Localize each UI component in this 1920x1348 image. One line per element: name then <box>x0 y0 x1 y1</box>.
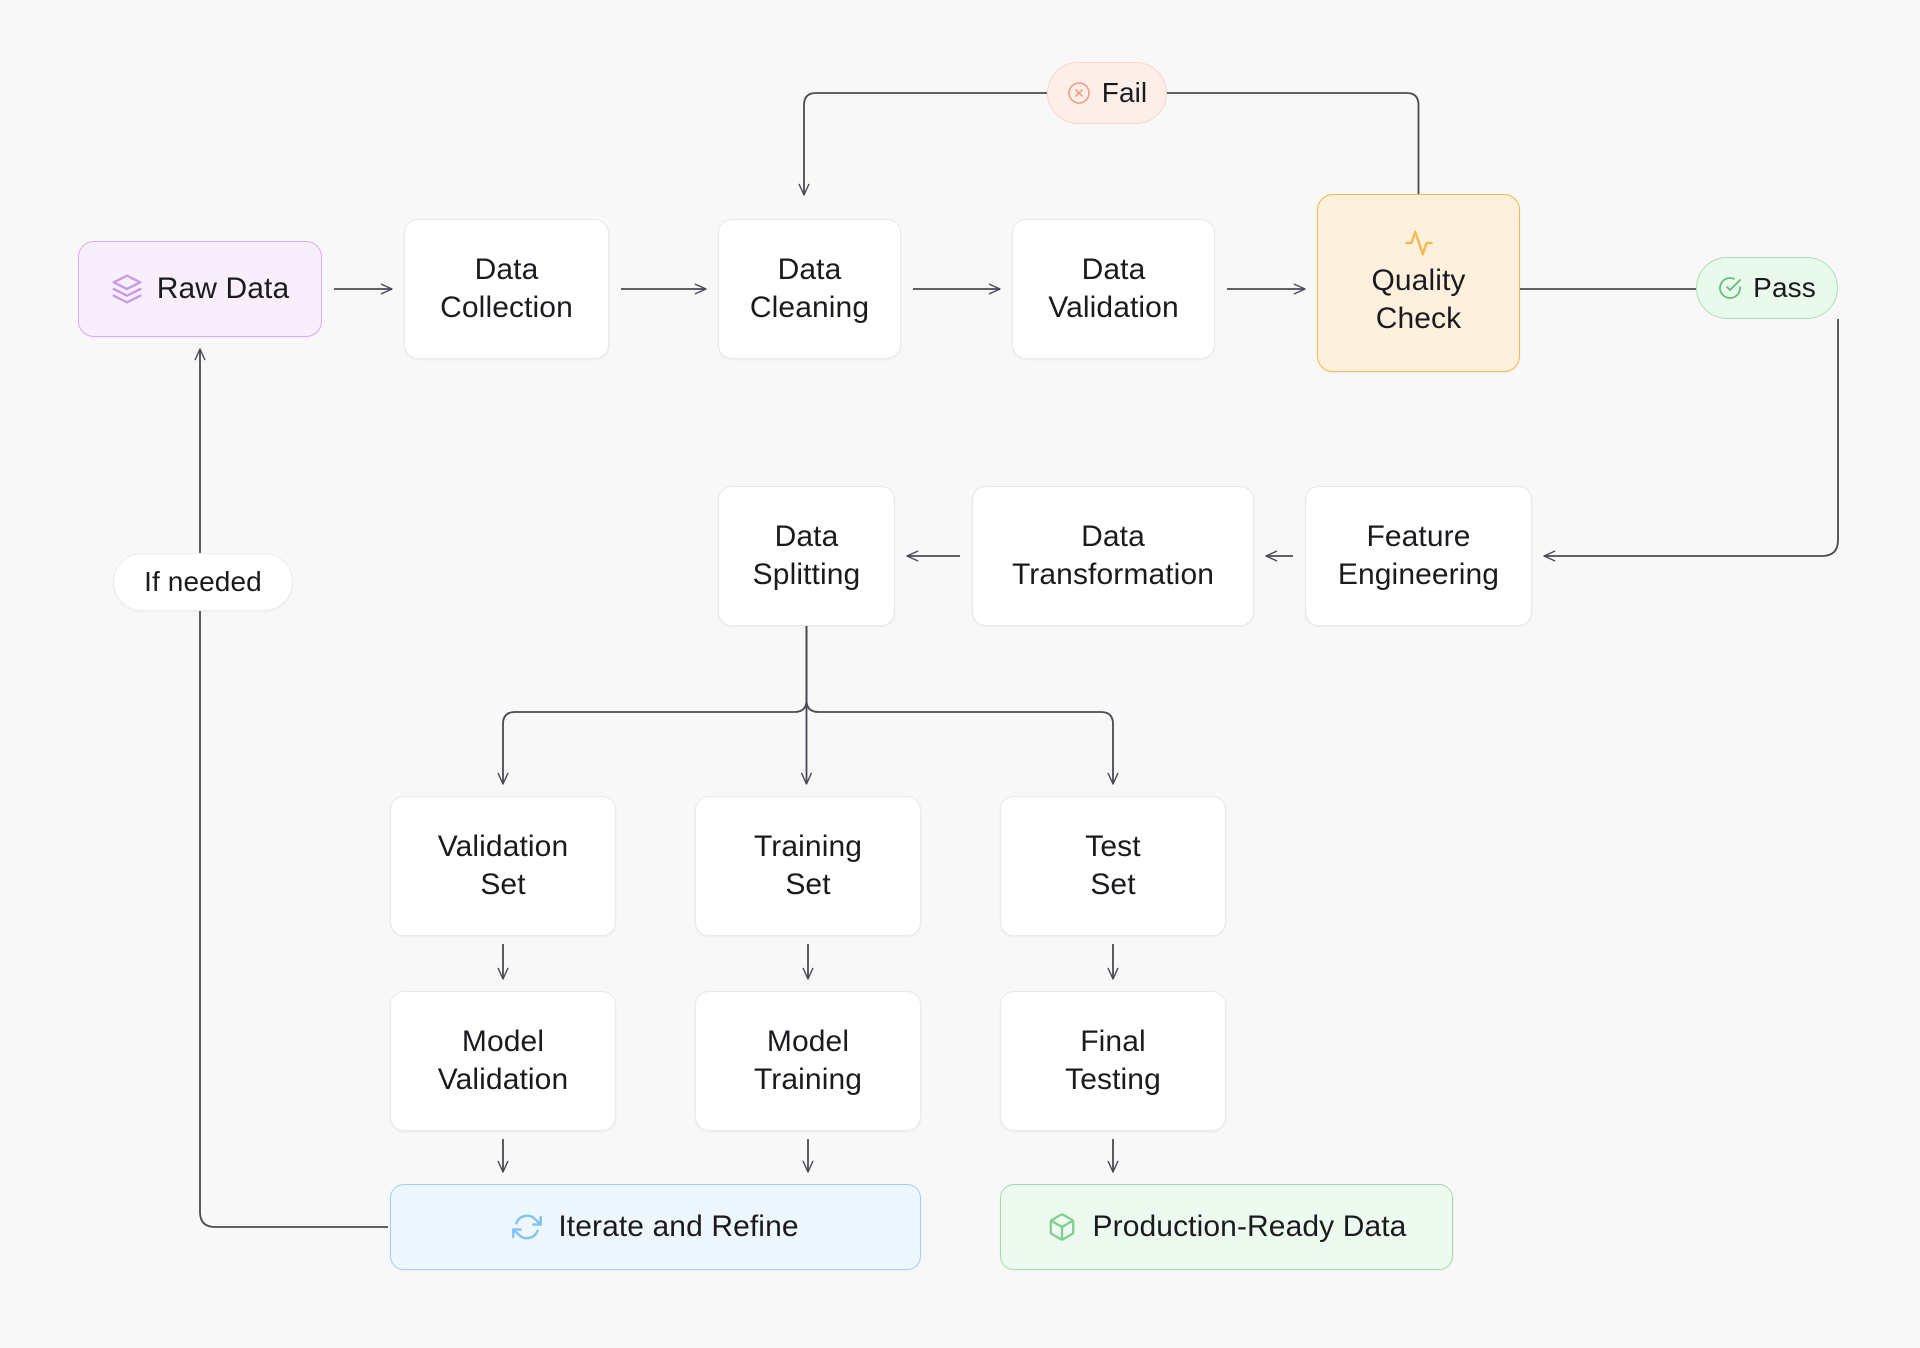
node-production-ready-data[interactable]: Production-Ready Data <box>1000 1184 1453 1270</box>
node-data-splitting[interactable]: Data Splitting <box>718 486 895 626</box>
edge-label-if-needed[interactable]: If needed <box>113 553 293 611</box>
node-label: Data Cleaning <box>750 251 869 327</box>
node-label: Final Testing <box>1065 1023 1161 1099</box>
layers-icon <box>111 273 143 305</box>
edge-feedback-loop <box>200 349 388 1227</box>
node-label: Quality Check <box>1371 262 1465 338</box>
node-model-validation[interactable]: Model Validation <box>390 991 616 1131</box>
edge-splitting-branch-left <box>503 626 807 784</box>
node-data-cleaning[interactable]: Data Cleaning <box>718 219 901 359</box>
node-label: Feature Engineering <box>1338 518 1499 594</box>
activity-icon <box>1404 228 1434 258</box>
node-data-validation[interactable]: Data Validation <box>1012 219 1215 359</box>
node-label: Data Collection <box>440 251 573 327</box>
node-label: Data Transformation <box>1012 518 1214 594</box>
node-validation-set[interactable]: Validation Set <box>390 796 616 936</box>
node-model-training[interactable]: Model Training <box>695 991 921 1131</box>
node-label: Raw Data <box>157 270 290 308</box>
node-training-set[interactable]: Training Set <box>695 796 921 936</box>
node-label: Data Validation <box>1048 251 1179 327</box>
edge-label-text: Fail <box>1102 77 1148 109</box>
edge-splitting-branch-right <box>807 626 1114 784</box>
refresh-icon <box>512 1212 542 1242</box>
node-final-testing[interactable]: Final Testing <box>1000 991 1226 1131</box>
node-label: Production-Ready Data <box>1093 1208 1407 1246</box>
node-data-collection[interactable]: Data Collection <box>404 219 609 359</box>
edge-label-text: Pass <box>1753 272 1816 304</box>
node-feature-engineering[interactable]: Feature Engineering <box>1305 486 1532 626</box>
node-quality-check[interactable]: Quality Check <box>1317 194 1520 372</box>
flowchart-canvas: Raw Data Data Collection Data Cleaning D… <box>0 0 1920 1348</box>
node-label: Validation Set <box>438 828 569 904</box>
node-label: Data Splitting <box>753 518 861 594</box>
node-label: Iterate and Refine <box>558 1208 798 1246</box>
circle-x-icon <box>1067 81 1091 105</box>
cube-icon <box>1047 1212 1077 1242</box>
node-label: Model Training <box>754 1023 862 1099</box>
node-label: Test Set <box>1085 828 1140 904</box>
node-label: Model Validation <box>438 1023 569 1099</box>
node-label: Training Set <box>754 828 862 904</box>
node-iterate-and-refine[interactable]: Iterate and Refine <box>390 1184 921 1270</box>
edge-label-text: If needed <box>144 566 262 598</box>
edge-label-pass[interactable]: Pass <box>1696 257 1838 319</box>
node-data-transformation[interactable]: Data Transformation <box>972 486 1254 626</box>
circle-check-icon <box>1718 276 1742 300</box>
edge-label-fail[interactable]: Fail <box>1047 62 1167 124</box>
edge-layer <box>0 0 1920 1348</box>
node-raw-data[interactable]: Raw Data <box>78 241 322 337</box>
node-test-set[interactable]: Test Set <box>1000 796 1226 936</box>
edge-pass-route <box>1520 289 1838 556</box>
